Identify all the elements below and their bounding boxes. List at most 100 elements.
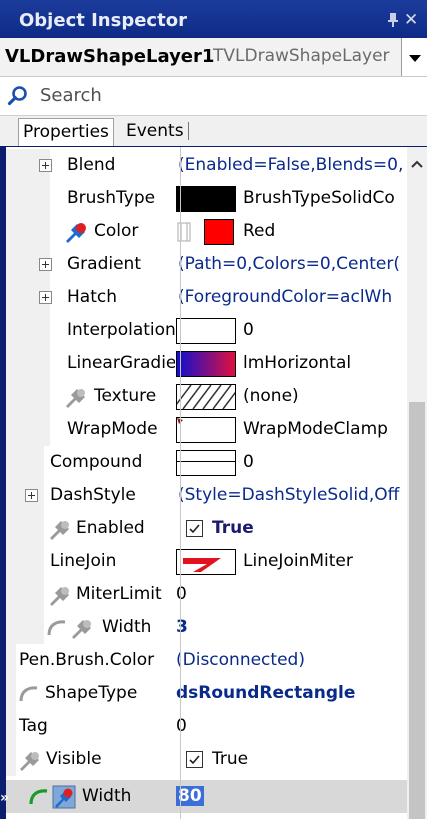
property-name: Width [102, 617, 152, 637]
property-value[interactable]: True [212, 518, 254, 538]
property-row-pen-brush-color[interactable]: Pen.Brush.Color (Disconnected) [6, 644, 407, 677]
property-name: BrushType [67, 188, 156, 208]
pin-gray-icon [20, 752, 39, 771]
property-list[interactable]: Blend (Enabled=False,Blends=0, BrushType… [6, 147, 407, 819]
property-value[interactable]: dsRoundRectangle [176, 683, 355, 703]
tab-properties[interactable]: Properties [18, 118, 114, 146]
object-dropdown-button[interactable] [401, 38, 427, 76]
link-arc-icon [47, 620, 66, 636]
property-name: Hatch [67, 287, 117, 307]
chevron-down-icon [409, 55, 421, 62]
property-row-texture[interactable]: Texture (none) [6, 380, 407, 413]
pin-gray-icon [50, 521, 69, 540]
property-value[interactable]: BrushTypeSolidCo [243, 188, 395, 208]
expand-icon[interactable] [39, 159, 52, 172]
property-value[interactable]: 0 [176, 716, 187, 736]
vertical-scrollbar[interactable] [407, 147, 427, 819]
title-bar: Object Inspector ✕ [0, 0, 427, 38]
property-name: DashStyle [50, 485, 136, 505]
scroll-up-icon[interactable] [411, 159, 423, 169]
property-name: Enabled [76, 518, 145, 538]
property-row-linejoin[interactable]: LineJoin LineJoinMiter [6, 545, 407, 578]
expand-icon[interactable] [39, 291, 52, 304]
search-icon [7, 86, 27, 106]
column-divider[interactable] [180, 147, 181, 819]
property-name: Texture [94, 386, 157, 406]
property-row-miterlimit[interactable]: MiterLimit 0 [6, 578, 407, 611]
property-name: Color [94, 221, 139, 241]
property-value[interactable]: 3 [176, 617, 188, 637]
tab-divider [188, 122, 189, 140]
expand-icon[interactable] [25, 489, 38, 502]
compound-swatch [176, 450, 236, 476]
object-name: VLDrawShapeLayer1 [5, 46, 215, 67]
expand-icon[interactable] [39, 258, 52, 271]
property-row-width-selected[interactable]: Width 80 [6, 780, 407, 813]
property-value[interactable]: 0 [243, 320, 254, 340]
property-row-gradient[interactable]: Gradient (Path=0,Colors=0,Center( [6, 248, 407, 281]
property-value[interactable]: (Path=0,Colors=0,Center( [178, 254, 400, 274]
pin-gray-icon [66, 389, 85, 408]
property-row-tag[interactable]: Tag 0 [6, 710, 407, 743]
film-strip-icon [177, 222, 191, 242]
property-value[interactable]: (Style=DashStyleSolid,Off [178, 485, 399, 505]
property-row-wrapmode[interactable]: WrapMode WrapModeClamp [6, 413, 407, 446]
pin-icon[interactable] [386, 12, 400, 28]
check-icon [189, 524, 200, 534]
enabled-checkbox[interactable] [186, 520, 203, 537]
pin-gray-icon [72, 620, 91, 639]
property-name: WrapMode [67, 419, 158, 439]
property-value[interactable]: WrapModeClamp [243, 419, 388, 439]
property-row-compound[interactable]: Compound 0 [6, 446, 407, 479]
interpolation-swatch [176, 318, 236, 344]
property-row-interpolation[interactable]: Interpolation 0 [6, 314, 407, 347]
property-value[interactable]: (Disconnected) [176, 650, 305, 670]
current-row-marker-icon: » [0, 790, 10, 806]
property-value[interactable]: (Enabled=False,Blends=0, [178, 155, 403, 175]
property-grid: Blend (Enabled=False,Blends=0, BrushType… [0, 147, 427, 819]
property-value[interactable]: 0 [243, 452, 254, 472]
property-name: LinearGradient [67, 353, 175, 373]
object-type: TVLDrawShapeLayer [213, 46, 390, 66]
property-row-enabled[interactable]: Enabled True [6, 512, 407, 545]
color-swatch [204, 219, 234, 245]
scrollbar-thumb[interactable] [409, 402, 425, 819]
property-name: Blend [67, 155, 116, 175]
pin-red-icon [52, 785, 76, 809]
property-row-blend[interactable]: Blend (Enabled=False,Blends=0, [6, 149, 407, 182]
property-name: Interpolation [67, 320, 175, 340]
property-name: Gradient [67, 254, 141, 274]
property-value[interactable]: True [212, 749, 248, 769]
property-value[interactable]: 0 [176, 584, 187, 604]
pin-gray-icon [50, 587, 69, 606]
property-row-dashstyle[interactable]: DashStyle (Style=DashStyleSolid,Off [6, 479, 407, 512]
property-row-pen-width[interactable]: Width 3 [6, 611, 407, 644]
brush-swatch [176, 186, 236, 212]
property-name: Pen.Brush.Color [19, 650, 155, 670]
linejoin-swatch [176, 549, 236, 575]
link-arc-icon [19, 686, 38, 702]
tab-events[interactable]: Events [122, 118, 188, 145]
search-input[interactable] [40, 83, 410, 107]
property-name: MiterLimit [76, 584, 162, 604]
property-row-hatch[interactable]: Hatch (ForegroundColor=aclWh [6, 281, 407, 314]
property-row-visible[interactable]: Visible True [6, 743, 407, 776]
check-icon [189, 755, 200, 765]
visible-checkbox[interactable] [186, 751, 203, 768]
texture-swatch [176, 384, 236, 410]
property-value[interactable]: lmHorizontal [243, 353, 351, 373]
property-value[interactable]: Red [243, 221, 275, 241]
property-value[interactable]: (ForegroundColor=aclWh [178, 287, 392, 307]
window-title: Object Inspector [19, 10, 187, 31]
close-icon[interactable]: ✕ [404, 12, 418, 29]
property-row-lineargradient[interactable]: LinearGradient lmHorizontal [6, 347, 407, 380]
object-inspector-window: Object Inspector ✕ VLDrawShapeLayer1 TVL… [0, 0, 427, 819]
property-row-brushtype[interactable]: BrushType BrushTypeSolidCo [6, 182, 407, 215]
pin-red-icon [66, 223, 86, 243]
property-row-shapetype[interactable]: ShapeType dsRoundRectangle [6, 677, 407, 710]
property-row-color[interactable]: Color Red [6, 215, 407, 248]
property-name: Width [82, 786, 132, 806]
object-selector[interactable]: VLDrawShapeLayer1 TVLDrawShapeLayer [0, 38, 427, 77]
property-value[interactable]: (none) [243, 386, 299, 406]
property-value[interactable]: LineJoinMiter [243, 551, 353, 571]
